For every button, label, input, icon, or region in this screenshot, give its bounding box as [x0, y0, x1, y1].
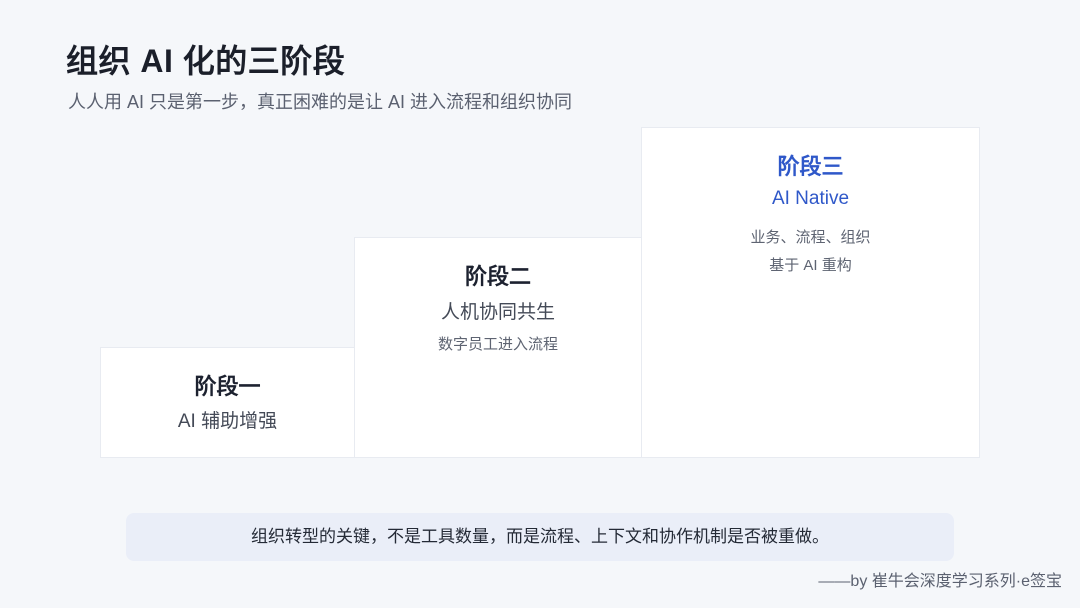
stage-1-subtitle: AI 辅助增强 — [177, 411, 278, 432]
source-credit: ——by 崔牛会深度学习系列·e签宝 — [818, 573, 1062, 590]
key-insight-callout: 组织转型的关键，不是工具数量，而是流程、上下文和协作机制是否被重做。 — [126, 513, 954, 561]
page-subtitle: 人人用 AI 只是第一步，真正困难的是让 AI 进入流程和组织协同 — [68, 92, 573, 112]
stage-2-name: 阶段二 — [464, 264, 531, 289]
stage-3-description: 业务、流程、组织 基于 AI 重构 — [642, 224, 979, 280]
stage-3-subtitle: AI Native — [771, 188, 850, 209]
stage-1-card: 阶段一 AI 辅助增强 — [100, 347, 355, 458]
stage-3-desc-line: 业务、流程、组织 — [750, 229, 871, 246]
stage-1-name: 阶段一 — [194, 374, 261, 399]
stage-2-description: 数字员工进入流程 — [355, 331, 641, 359]
stage-3-desc-line: 基于 AI 重构 — [769, 257, 852, 274]
stage-2-subtitle: 人机协同共生 — [440, 302, 555, 323]
page-title: 组织 AI 化的三阶段 — [66, 43, 346, 79]
stage-3-card: 阶段三 AI Native 业务、流程、组织 基于 AI 重构 — [641, 127, 980, 458]
stage-2-card: 阶段二 人机协同共生 数字员工进入流程 — [354, 237, 642, 458]
stage-3-name: 阶段三 — [777, 154, 844, 179]
stage-2-desc-line: 数字员工进入流程 — [437, 336, 558, 353]
